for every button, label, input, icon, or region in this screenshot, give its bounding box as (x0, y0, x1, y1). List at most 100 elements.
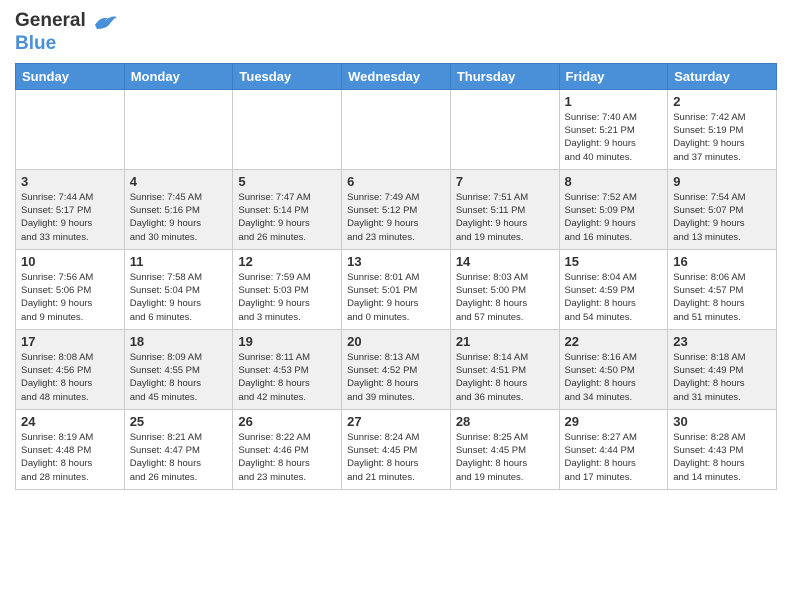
day-info: Sunrise: 7:56 AM Sunset: 5:06 PM Dayligh… (21, 271, 119, 324)
day-number: 27 (347, 414, 445, 429)
day-number: 7 (456, 174, 554, 189)
calendar-cell: 18 Sunrise: 8:09 AM Sunset: 4:55 PM Dayli… (124, 329, 233, 409)
col-header-friday: Friday (559, 63, 668, 89)
col-header-wednesday: Wednesday (342, 63, 451, 89)
calendar-cell: 5 Sunrise: 7:47 AM Sunset: 5:14 PM Daylig… (233, 169, 342, 249)
calendar-week-row: 3Sunrise: 7:44 AM Sunset: 5:17 PM Daylig… (16, 169, 777, 249)
calendar-header-row: SundayMondayTuesdayWednesdayThursdayFrid… (16, 63, 777, 89)
day-info: Sunrise: 8:09 AM Sunset: 4:55 PM Dayligh… (130, 351, 228, 404)
day-number: 10 (21, 254, 119, 269)
calendar-cell: 17 Sunrise: 8:08 AM Sunset: 4:56 PM Dayli… (16, 329, 125, 409)
day-number: 25 (130, 414, 228, 429)
day-number: 16 (673, 254, 771, 269)
day-number: 9 (673, 174, 771, 189)
day-number: 17 (21, 334, 119, 349)
day-info: Sunrise: 8:28 AM Sunset: 4:43 PM Dayligh… (673, 431, 771, 484)
day-number: 8 (565, 174, 663, 189)
day-number: 5 (238, 174, 336, 189)
calendar-cell (16, 89, 125, 169)
day-number: 30 (673, 414, 771, 429)
day-number: 18 (130, 334, 228, 349)
day-info: Sunrise: 8:22 AM Sunset: 4:46 PM Dayligh… (238, 431, 336, 484)
calendar-cell: 29 Sunrise: 8:27 AM Sunset: 4:44 PM Dayli… (559, 409, 668, 489)
calendar-cell: 28 Sunrise: 8:25 AM Sunset: 4:45 PM Dayli… (450, 409, 559, 489)
main-container: General Blue SundayMondayTuesdayWednesda… (0, 0, 792, 500)
calendar-cell: 27 Sunrise: 8:24 AM Sunset: 4:45 PM Dayli… (342, 409, 451, 489)
header: General Blue (15, 10, 777, 55)
day-info: Sunrise: 8:11 AM Sunset: 4:53 PM Dayligh… (238, 351, 336, 404)
col-header-thursday: Thursday (450, 63, 559, 89)
day-number: 15 (565, 254, 663, 269)
day-info: Sunrise: 7:58 AM Sunset: 5:04 PM Dayligh… (130, 271, 228, 324)
day-info: Sunrise: 7:40 AM Sunset: 5:21 PM Dayligh… (565, 111, 663, 164)
day-number: 12 (238, 254, 336, 269)
day-info: Sunrise: 7:52 AM Sunset: 5:09 PM Dayligh… (565, 191, 663, 244)
day-number: 28 (456, 414, 554, 429)
day-number: 1 (565, 94, 663, 109)
calendar-cell (342, 89, 451, 169)
day-info: Sunrise: 8:06 AM Sunset: 4:57 PM Dayligh… (673, 271, 771, 324)
day-number: 13 (347, 254, 445, 269)
calendar-cell: 30 Sunrise: 8:28 AM Sunset: 4:43 PM Dayli… (668, 409, 777, 489)
day-number: 4 (130, 174, 228, 189)
day-number: 19 (238, 334, 336, 349)
day-info: Sunrise: 7:51 AM Sunset: 5:11 PM Dayligh… (456, 191, 554, 244)
day-info: Sunrise: 8:01 AM Sunset: 5:01 PM Dayligh… (347, 271, 445, 324)
logo-text: General Blue (15, 10, 120, 55)
day-info: Sunrise: 7:45 AM Sunset: 5:16 PM Dayligh… (130, 191, 228, 244)
col-header-sunday: Sunday (16, 63, 125, 89)
calendar-cell: 6 Sunrise: 7:49 AM Sunset: 5:12 PM Daylig… (342, 169, 451, 249)
day-info: Sunrise: 7:47 AM Sunset: 5:14 PM Dayligh… (238, 191, 336, 244)
day-info: Sunrise: 7:49 AM Sunset: 5:12 PM Dayligh… (347, 191, 445, 244)
day-info: Sunrise: 8:18 AM Sunset: 4:49 PM Dayligh… (673, 351, 771, 404)
day-info: Sunrise: 7:59 AM Sunset: 5:03 PM Dayligh… (238, 271, 336, 324)
day-info: Sunrise: 8:27 AM Sunset: 4:44 PM Dayligh… (565, 431, 663, 484)
col-header-saturday: Saturday (668, 63, 777, 89)
calendar-week-row: 17 Sunrise: 8:08 AM Sunset: 4:56 PM Dayli… (16, 329, 777, 409)
col-header-tuesday: Tuesday (233, 63, 342, 89)
day-number: 24 (21, 414, 119, 429)
day-info: Sunrise: 8:08 AM Sunset: 4:56 PM Dayligh… (21, 351, 119, 404)
day-info: Sunrise: 8:24 AM Sunset: 4:45 PM Dayligh… (347, 431, 445, 484)
calendar-table: SundayMondayTuesdayWednesdayThursdayFrid… (15, 63, 777, 490)
calendar-cell: 23 Sunrise: 8:18 AM Sunset: 4:49 PM Dayli… (668, 329, 777, 409)
calendar-cell: 9 Sunrise: 7:54 AM Sunset: 5:07 PM Daylig… (668, 169, 777, 249)
calendar-cell: 4 Sunrise: 7:45 AM Sunset: 5:16 PM Daylig… (124, 169, 233, 249)
calendar-cell: 16 Sunrise: 8:06 AM Sunset: 4:57 PM Dayli… (668, 249, 777, 329)
day-number: 29 (565, 414, 663, 429)
calendar-cell: 19 Sunrise: 8:11 AM Sunset: 4:53 PM Dayli… (233, 329, 342, 409)
day-number: 21 (456, 334, 554, 349)
day-info: Sunrise: 8:21 AM Sunset: 4:47 PM Dayligh… (130, 431, 228, 484)
day-info: Sunrise: 8:16 AM Sunset: 4:50 PM Dayligh… (565, 351, 663, 404)
calendar-cell (233, 89, 342, 169)
day-number: 23 (673, 334, 771, 349)
calendar-week-row: 1 Sunrise: 7:40 AM Sunset: 5:21 PM Daylig… (16, 89, 777, 169)
day-number: 26 (238, 414, 336, 429)
calendar-cell: 13 Sunrise: 8:01 AM Sunset: 5:01 PM Dayli… (342, 249, 451, 329)
day-info: Sunrise: 8:13 AM Sunset: 4:52 PM Dayligh… (347, 351, 445, 404)
day-number: 22 (565, 334, 663, 349)
calendar-cell: 22 Sunrise: 8:16 AM Sunset: 4:50 PM Dayli… (559, 329, 668, 409)
logo: General Blue (15, 10, 120, 55)
day-number: 6 (347, 174, 445, 189)
calendar-cell: 11Sunrise: 7:58 AM Sunset: 5:04 PM Dayli… (124, 249, 233, 329)
logo-bird-icon (87, 11, 119, 33)
calendar-cell: 26 Sunrise: 8:22 AM Sunset: 4:46 PM Dayli… (233, 409, 342, 489)
day-info: Sunrise: 8:25 AM Sunset: 4:45 PM Dayligh… (456, 431, 554, 484)
calendar-cell: 12 Sunrise: 7:59 AM Sunset: 5:03 PM Dayli… (233, 249, 342, 329)
calendar-cell (124, 89, 233, 169)
calendar-cell: 21Sunrise: 8:14 AM Sunset: 4:51 PM Dayli… (450, 329, 559, 409)
calendar-cell: 10 Sunrise: 7:56 AM Sunset: 5:06 PM Dayli… (16, 249, 125, 329)
day-info: Sunrise: 8:04 AM Sunset: 4:59 PM Dayligh… (565, 271, 663, 324)
calendar-cell (450, 89, 559, 169)
calendar-cell: 1 Sunrise: 7:40 AM Sunset: 5:21 PM Daylig… (559, 89, 668, 169)
calendar-week-row: 10 Sunrise: 7:56 AM Sunset: 5:06 PM Dayli… (16, 249, 777, 329)
day-number: 2 (673, 94, 771, 109)
calendar-cell: 8 Sunrise: 7:52 AM Sunset: 5:09 PM Daylig… (559, 169, 668, 249)
calendar-cell: 20Sunrise: 8:13 AM Sunset: 4:52 PM Dayli… (342, 329, 451, 409)
calendar-cell: 24Sunrise: 8:19 AM Sunset: 4:48 PM Dayli… (16, 409, 125, 489)
col-header-monday: Monday (124, 63, 233, 89)
calendar-cell: 7 Sunrise: 7:51 AM Sunset: 5:11 PM Daylig… (450, 169, 559, 249)
day-info: Sunrise: 7:54 AM Sunset: 5:07 PM Dayligh… (673, 191, 771, 244)
calendar-cell: 15 Sunrise: 8:04 AM Sunset: 4:59 PM Dayli… (559, 249, 668, 329)
